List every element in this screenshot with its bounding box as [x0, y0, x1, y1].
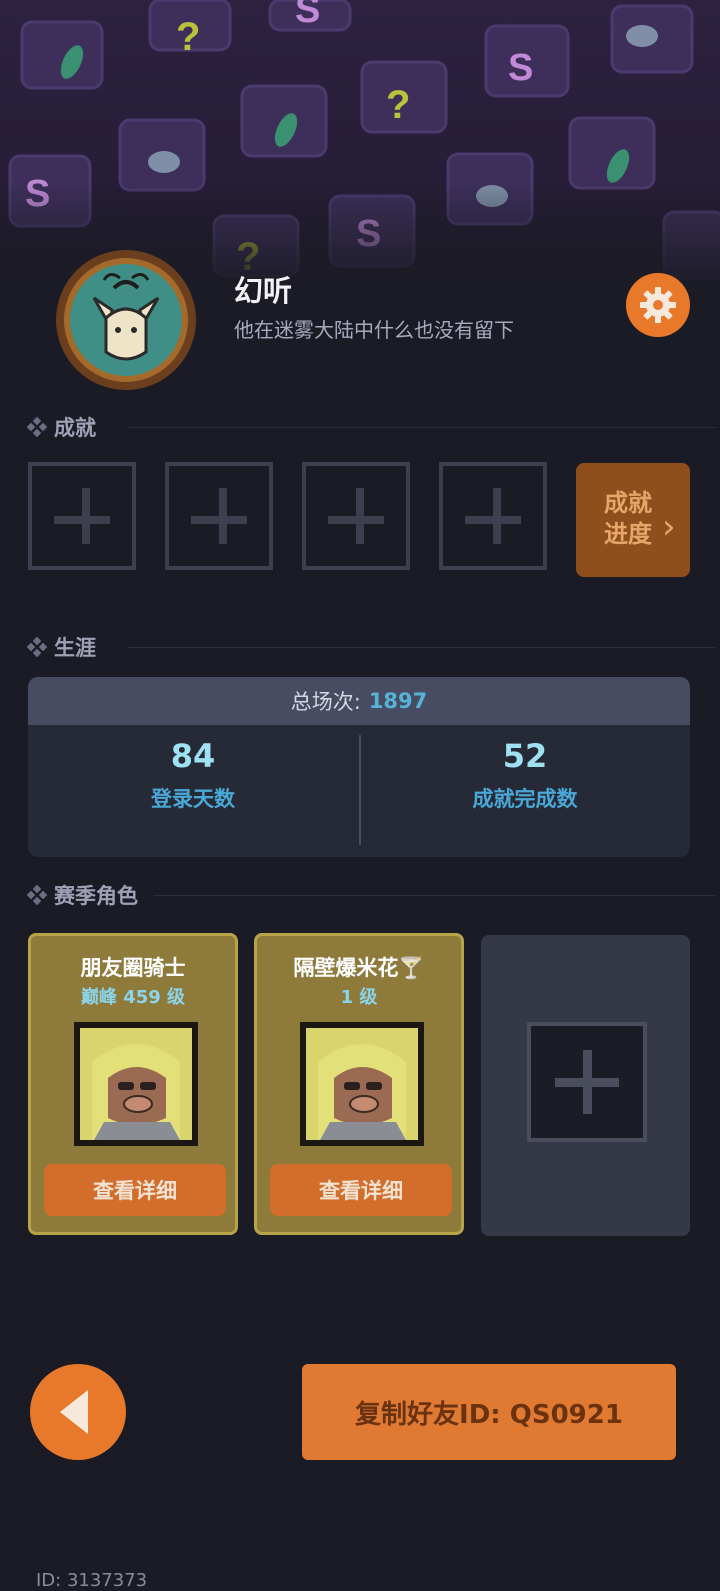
svg-text:S: S	[295, 0, 320, 31]
achievement-slot-3[interactable]	[302, 462, 410, 570]
stat-label: 成就完成数	[472, 787, 578, 811]
svg-text:?: ?	[386, 83, 410, 127]
profile-name: 幻听	[234, 274, 293, 308]
achievement-slot-4[interactable]	[439, 462, 547, 570]
stat-login-days: 84 登录天数	[28, 737, 358, 813]
diamond-icon	[26, 884, 48, 906]
section-title: 赛季角色	[54, 884, 138, 908]
back-arrow-icon	[60, 1390, 88, 1434]
total-matches-value: 1897	[368, 689, 428, 713]
view-details-button[interactable]: 查看详细	[270, 1164, 452, 1216]
total-matches: 总场次: 1897	[28, 677, 690, 725]
achievement-slot-1[interactable]	[28, 462, 136, 570]
role-slot-empty[interactable]	[481, 935, 690, 1236]
role-card-2[interactable]: 隔壁爆米花🍸 1 级 查看详细	[254, 933, 464, 1235]
copy-friend-id-button[interactable]: 复制好友ID: QS0921	[302, 1364, 676, 1460]
role-portrait	[300, 1022, 424, 1146]
svg-text:S: S	[508, 47, 533, 89]
section-header-achievements: 成就	[26, 412, 716, 442]
section-title: 成就	[54, 416, 96, 440]
role-name: 朋友圈骑士	[80, 956, 186, 980]
role-card-1[interactable]: 朋友圈骑士 巅峰 459 级 查看详细	[28, 933, 238, 1235]
role-level: 巅峰 459 级	[80, 987, 186, 1008]
section-header-career: 生涯	[26, 632, 716, 662]
view-details-button[interactable]: 查看详细	[44, 1164, 226, 1216]
total-matches-label: 总场次:	[290, 690, 361, 714]
settings-button[interactable]	[626, 273, 690, 337]
role-name: 隔壁爆米花🍸	[293, 956, 425, 980]
diamond-icon	[26, 636, 48, 658]
progress-label-line1: 成就	[604, 489, 652, 517]
career-panel: 总场次: 1897 84 登录天数 52 成就完成数	[28, 677, 690, 857]
user-avatar[interactable]	[54, 248, 198, 392]
chevron-right-icon: ›	[662, 507, 676, 547]
stat-value: 52	[502, 737, 548, 775]
achievement-progress-button[interactable]: 成就 进度 ›	[576, 463, 690, 577]
section-header-season-roles: 赛季角色	[26, 880, 716, 910]
stat-label: 登录天数	[151, 787, 235, 811]
back-button[interactable]	[30, 1364, 126, 1460]
section-title: 生涯	[54, 636, 96, 660]
achievement-slot-2[interactable]	[165, 462, 273, 570]
svg-text:?: ?	[176, 15, 200, 59]
role-portrait	[74, 1022, 198, 1146]
profile-bio: 他在迷雾大陆中什么也没有留下	[234, 318, 514, 342]
stat-achievements-done: 52 成就完成数	[360, 737, 690, 813]
user-id-label: ID: 3137373	[36, 1570, 148, 1591]
role-level: 1 级	[340, 987, 378, 1008]
diamond-icon	[26, 416, 48, 438]
gear-icon	[640, 287, 676, 323]
progress-label-line2: 进度	[604, 520, 652, 548]
stat-value: 84	[170, 737, 216, 775]
